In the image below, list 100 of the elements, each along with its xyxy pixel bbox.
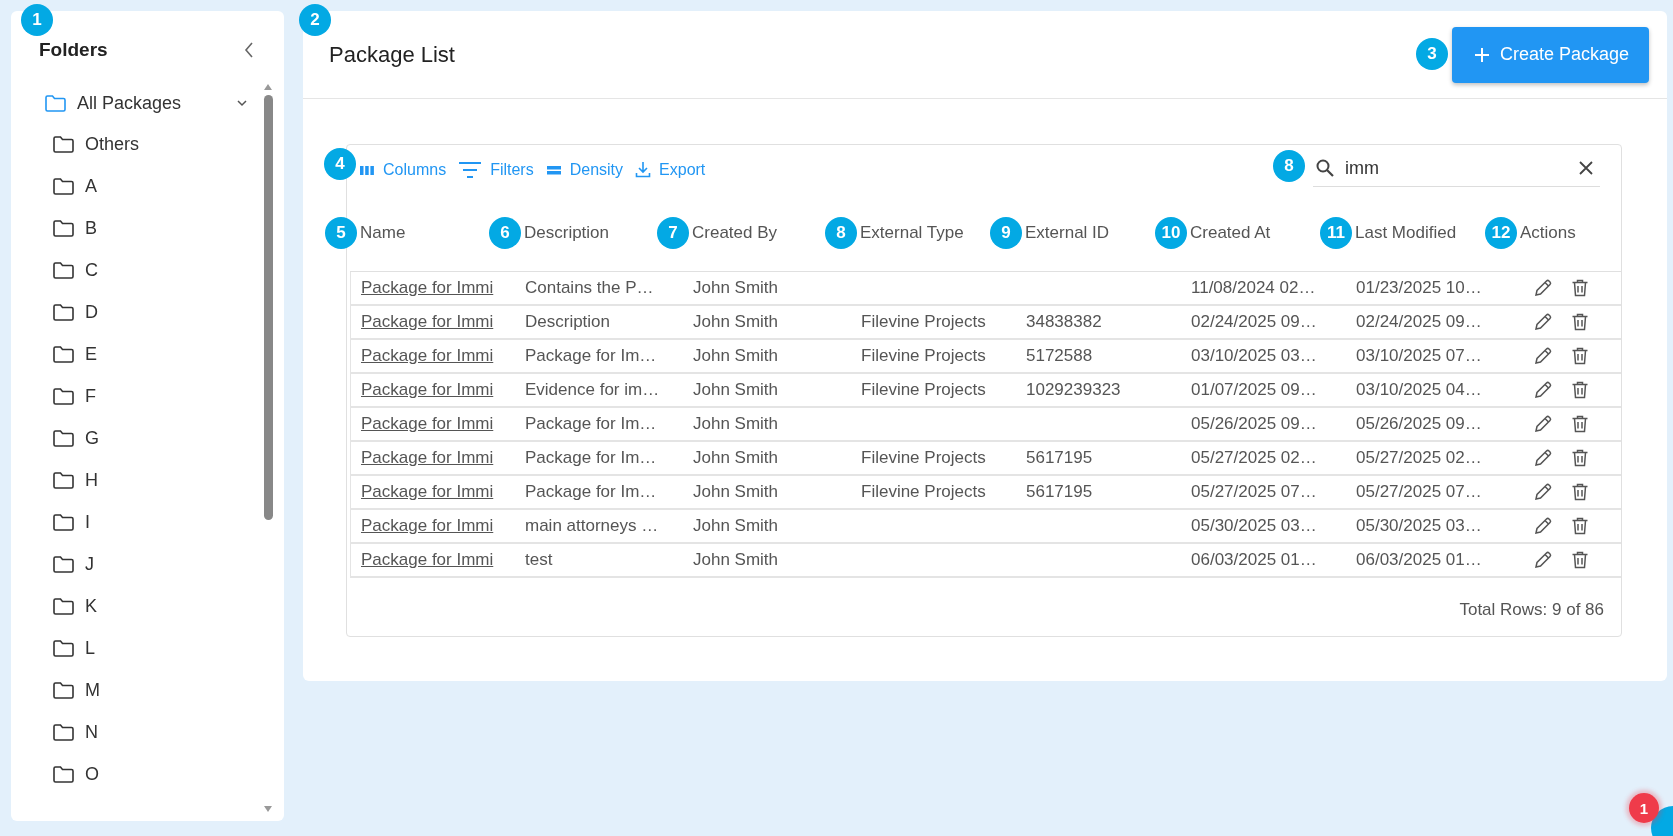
created-by-cell: John Smith bbox=[693, 346, 779, 365]
folder-item[interactable]: All Packages bbox=[28, 83, 262, 123]
created-at-cell: 05/27/2025 02… bbox=[1191, 448, 1317, 467]
edit-icon[interactable] bbox=[1533, 380, 1553, 400]
package-link[interactable]: Package for Immi bbox=[361, 346, 494, 365]
package-link[interactable]: Package for Immi bbox=[361, 278, 494, 297]
edit-icon[interactable] bbox=[1533, 312, 1553, 332]
last-modified-cell: 02/24/2025 09… bbox=[1356, 312, 1482, 331]
created-at-cell: 02/24/2025 09… bbox=[1191, 312, 1317, 331]
folder-item[interactable]: K bbox=[28, 585, 262, 627]
edit-icon[interactable] bbox=[1533, 346, 1553, 366]
chevron-icon[interactable] bbox=[236, 97, 248, 109]
description-cell: Package for Im… bbox=[525, 482, 657, 501]
package-link[interactable]: Package for Immi bbox=[361, 414, 494, 433]
callout-marker: 9 bbox=[990, 216, 1022, 249]
folder-item[interactable]: F bbox=[28, 375, 262, 417]
scroll-down-icon[interactable] bbox=[263, 805, 273, 813]
package-link[interactable]: Package for Immi bbox=[361, 516, 494, 535]
package-link[interactable]: Package for Immi bbox=[361, 482, 494, 501]
folder-item[interactable]: Others bbox=[28, 123, 262, 165]
trash-icon[interactable] bbox=[1570, 414, 1590, 434]
created-by-cell: John Smith bbox=[693, 380, 779, 399]
folder-item[interactable]: L bbox=[28, 627, 262, 669]
callout-marker: 11 bbox=[1320, 216, 1352, 249]
filter-icon bbox=[458, 160, 483, 179]
close-icon[interactable] bbox=[1578, 160, 1594, 176]
external-type-cell: Filevine Projects bbox=[861, 448, 986, 467]
folder-icon bbox=[53, 177, 74, 195]
external-type-cell: Filevine Projects bbox=[861, 380, 986, 399]
last-modified-cell: 05/27/2025 02… bbox=[1356, 448, 1482, 467]
created-by-cell: John Smith bbox=[693, 550, 779, 569]
trash-icon[interactable] bbox=[1570, 516, 1590, 536]
folder-item[interactable]: I bbox=[28, 501, 262, 543]
folder-item[interactable]: J bbox=[28, 543, 262, 585]
folder-item[interactable]: N bbox=[28, 711, 262, 753]
folder-icon bbox=[45, 94, 66, 112]
description-cell: test bbox=[525, 550, 553, 569]
folder-icon bbox=[53, 429, 74, 447]
created-by-cell: John Smith bbox=[693, 448, 779, 467]
search-icon bbox=[1315, 158, 1335, 178]
external-id-cell: 1029239323 bbox=[1026, 380, 1121, 399]
plus-icon bbox=[1473, 46, 1490, 63]
trash-icon[interactable] bbox=[1570, 550, 1590, 570]
edit-icon[interactable] bbox=[1533, 516, 1553, 536]
external-id-cell: 5172588 bbox=[1026, 346, 1093, 365]
description-cell: main attorneys … bbox=[525, 516, 659, 535]
density-icon bbox=[545, 163, 562, 176]
edit-icon[interactable] bbox=[1533, 482, 1553, 502]
description-cell: Evidence for im… bbox=[525, 380, 660, 399]
trash-icon[interactable] bbox=[1570, 448, 1590, 468]
package-link[interactable]: Package for Immi bbox=[361, 550, 494, 569]
edit-icon[interactable] bbox=[1533, 550, 1553, 570]
folder-item[interactable]: B bbox=[28, 207, 262, 249]
callout-marker: 10 bbox=[1155, 216, 1187, 249]
folder-item[interactable]: D bbox=[28, 291, 262, 333]
folder-item[interactable]: H bbox=[28, 459, 262, 501]
created-by-cell: John Smith bbox=[693, 278, 779, 297]
folder-item[interactable]: A bbox=[28, 165, 262, 207]
package-link[interactable]: Package for Immi bbox=[361, 448, 494, 467]
scroll-up-icon[interactable] bbox=[263, 83, 273, 91]
trash-icon[interactable] bbox=[1570, 346, 1590, 366]
callout-marker: 4 bbox=[324, 147, 356, 180]
created-at-cell: 05/30/2025 03… bbox=[1191, 516, 1317, 535]
columns-icon bbox=[359, 163, 375, 176]
collapse-icon[interactable] bbox=[244, 42, 254, 58]
description-cell: Description bbox=[525, 312, 611, 331]
folder-item[interactable]: O bbox=[28, 753, 262, 795]
callout-marker: 8 bbox=[825, 216, 857, 249]
notification-badge: 1 bbox=[1629, 793, 1659, 823]
download-icon bbox=[635, 161, 652, 178]
folder-item[interactable]: C bbox=[28, 249, 262, 291]
edit-icon[interactable] bbox=[1533, 414, 1553, 434]
folder-icon bbox=[53, 387, 74, 405]
folder-icon bbox=[53, 765, 74, 783]
created-by-cell: John Smith bbox=[693, 414, 779, 433]
trash-icon[interactable] bbox=[1570, 312, 1590, 332]
external-type-cell: Filevine Projects bbox=[861, 312, 986, 331]
description-cell: Package for Im… bbox=[525, 414, 657, 433]
last-modified-cell: 06/03/2025 01… bbox=[1356, 550, 1482, 569]
folder-item[interactable]: E bbox=[28, 333, 262, 375]
package-link[interactable]: Package for Immi bbox=[361, 312, 494, 331]
edit-icon[interactable] bbox=[1533, 448, 1553, 468]
folder-icon bbox=[53, 639, 74, 657]
edit-icon[interactable] bbox=[1533, 278, 1553, 298]
trash-icon[interactable] bbox=[1570, 278, 1590, 298]
folder-icon bbox=[53, 345, 74, 363]
search-field[interactable]: imm bbox=[1343, 156, 1570, 180]
trash-icon[interactable] bbox=[1570, 482, 1590, 502]
scrollbar-thumb[interactable] bbox=[263, 95, 273, 520]
callout-marker: 7 bbox=[657, 216, 689, 249]
package-link[interactable]: Package for Immi bbox=[361, 380, 494, 399]
folder-icon bbox=[53, 471, 74, 489]
last-modified-cell: 05/27/2025 07… bbox=[1356, 482, 1482, 501]
created-at-cell: 06/03/2025 01… bbox=[1191, 550, 1317, 569]
last-modified-cell: 03/10/2025 07… bbox=[1356, 346, 1482, 365]
trash-icon[interactable] bbox=[1570, 380, 1590, 400]
created-at-cell: 03/10/2025 03… bbox=[1191, 346, 1317, 365]
folder-item[interactable]: G bbox=[28, 417, 262, 459]
created-at-cell: 05/27/2025 07… bbox=[1191, 482, 1317, 501]
folder-item[interactable]: M bbox=[28, 669, 262, 711]
